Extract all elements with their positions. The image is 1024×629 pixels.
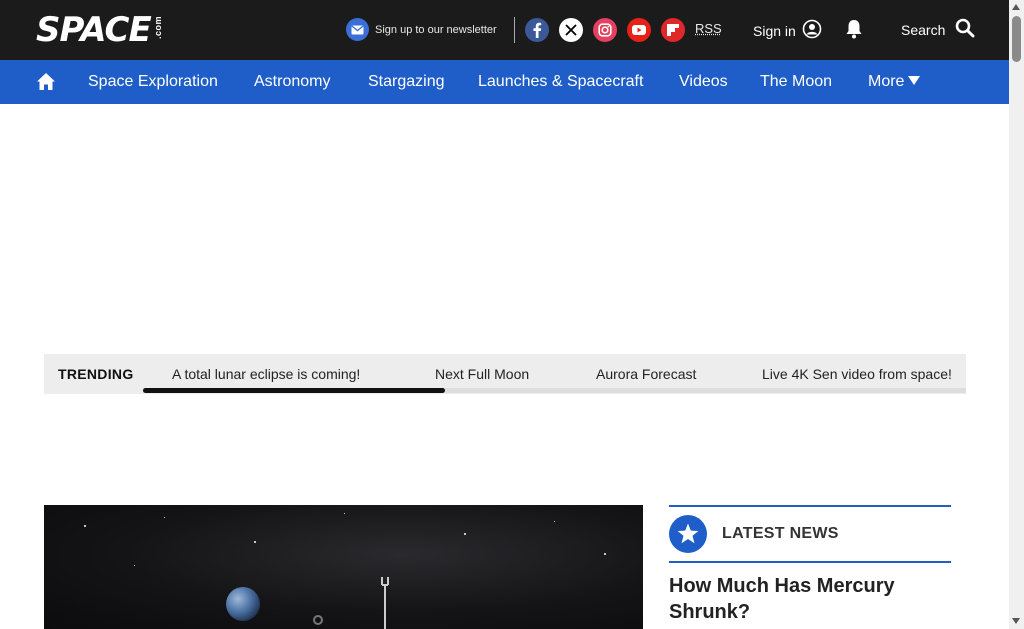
nav-item-launches-spacecraft[interactable]: Launches & Spacecraft	[478, 73, 643, 91]
star-dot	[604, 553, 606, 555]
latest-news-heading: LATEST NEWS	[722, 525, 839, 542]
nav-item-stargazing[interactable]: Stargazing	[368, 73, 445, 91]
star-icon	[669, 515, 707, 553]
star-dot	[134, 565, 135, 566]
trending-item[interactable]: A total lunar eclipse is coming!	[172, 366, 360, 382]
trending-item[interactable]: Aurora Forecast	[596, 366, 696, 382]
latest-news-item-title[interactable]: How Much Has Mercury Shrunk?	[669, 573, 951, 625]
top-bar: SPACE .com Sign up to our newsletter RSS	[0, 0, 1009, 60]
flipboard-icon[interactable]	[661, 18, 685, 42]
search-button[interactable]: Search	[901, 18, 975, 41]
hero-image[interactable]	[44, 505, 643, 629]
user-icon	[802, 19, 822, 42]
trending-bar: TRENDING A total lunar eclipse is coming…	[44, 354, 966, 394]
moon-graphic	[313, 615, 323, 625]
mail-icon	[346, 18, 369, 41]
search-icon	[955, 18, 975, 41]
sign-in-button[interactable]: Sign in	[753, 19, 822, 42]
logo-suffix: .com	[152, 16, 163, 40]
star-dot	[254, 541, 256, 543]
star-dot	[164, 517, 165, 518]
trending-item[interactable]: Live 4K Sen video from space!	[762, 366, 952, 382]
nav-item-astronomy[interactable]: Astronomy	[254, 73, 330, 91]
page-scrollbar[interactable]	[1009, 0, 1024, 629]
newsletter-signup-link[interactable]: Sign up to our newsletter	[346, 18, 497, 41]
instagram-icon[interactable]	[593, 18, 617, 42]
notifications-bell-icon[interactable]	[845, 19, 863, 44]
youtube-icon[interactable]	[627, 18, 651, 42]
scroll-up-arrow-icon[interactable]	[1012, 4, 1020, 10]
trending-label: TRENDING	[58, 366, 134, 382]
trending-scroll-thumb[interactable]	[143, 388, 445, 393]
nav-item-videos[interactable]: Videos	[679, 73, 728, 91]
star-dot	[344, 513, 345, 514]
chevron-down-icon	[908, 76, 921, 85]
facebook-icon[interactable]	[525, 18, 549, 42]
sign-in-label: Sign in	[753, 22, 796, 39]
nav-item-more[interactable]: More	[868, 73, 921, 91]
star-dot	[84, 525, 86, 527]
scroll-down-arrow-icon[interactable]	[1012, 618, 1020, 624]
tower-graphic	[379, 577, 391, 629]
x-twitter-icon[interactable]	[559, 18, 583, 42]
star-dot	[554, 521, 555, 522]
nav-more-label: More	[868, 73, 905, 90]
home-icon[interactable]	[36, 72, 56, 92]
latest-news-panel: LATEST NEWS How Much Has Mercury Shrunk?	[669, 505, 951, 625]
star-dot	[464, 533, 466, 535]
main-nav: Space Exploration Astronomy Stargazing L…	[0, 60, 1009, 104]
scroll-thumb[interactable]	[1012, 16, 1021, 62]
page: SPACE .com Sign up to our newsletter RSS	[0, 0, 1009, 629]
search-label: Search	[901, 21, 946, 38]
logo-text: SPACE	[36, 10, 152, 50]
site-logo[interactable]: SPACE .com	[36, 12, 163, 48]
rss-link[interactable]: RSS	[695, 21, 722, 36]
nav-item-the-moon[interactable]: The Moon	[760, 73, 832, 91]
header-divider	[514, 17, 515, 43]
latest-news-header: LATEST NEWS	[669, 507, 951, 563]
earth-graphic	[226, 587, 260, 621]
trending-item[interactable]: Next Full Moon	[435, 366, 529, 382]
nav-item-space-exploration[interactable]: Space Exploration	[88, 73, 218, 91]
newsletter-label: Sign up to our newsletter	[375, 23, 497, 36]
